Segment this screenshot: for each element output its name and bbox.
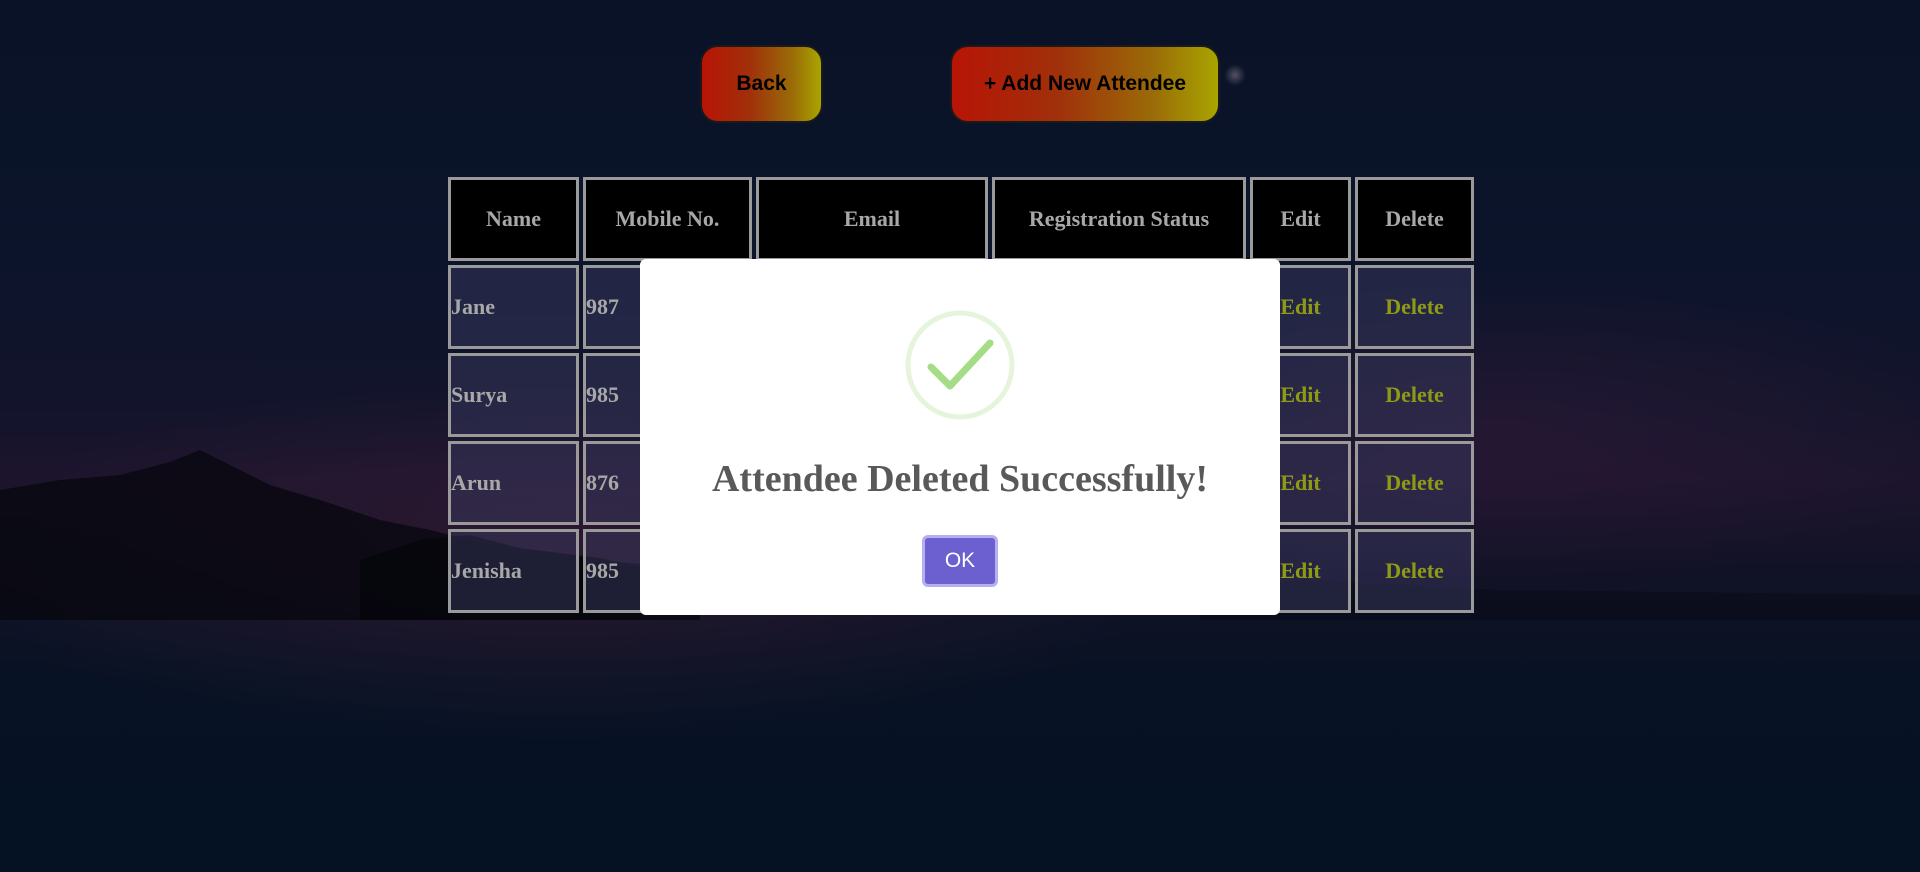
attendee-name-cell: Surya [448, 353, 579, 437]
attendee-name-cell: Arun [448, 441, 579, 525]
column-header-name: Name [448, 177, 579, 261]
column-header-mobile: Mobile No. [583, 177, 752, 261]
table-header-row: Name Mobile No. Email Registration Statu… [448, 177, 1474, 261]
moon-decoration [1224, 64, 1246, 86]
column-header-edit: Edit [1250, 177, 1351, 261]
delete-link[interactable]: Delete [1355, 441, 1474, 525]
dialog-title: Attendee Deleted Successfully! [711, 458, 1208, 500]
add-new-attendee-button[interactable]: + Add New Attendee [950, 45, 1220, 123]
ok-button[interactable]: OK [922, 535, 998, 587]
attendee-name-cell: Jenisha [448, 529, 579, 613]
success-dialog: Attendee Deleted Successfully! OK [640, 259, 1280, 615]
column-header-email: Email [756, 177, 988, 261]
column-header-delete: Delete [1355, 177, 1474, 261]
column-header-registration-status: Registration Status [992, 177, 1246, 261]
back-button[interactable]: Back [700, 45, 823, 123]
delete-link[interactable]: Delete [1355, 529, 1474, 613]
attendee-name-cell: Jane [448, 265, 579, 349]
delete-link[interactable]: Delete [1355, 265, 1474, 349]
success-check-icon [905, 310, 1015, 420]
delete-link[interactable]: Delete [1355, 353, 1474, 437]
